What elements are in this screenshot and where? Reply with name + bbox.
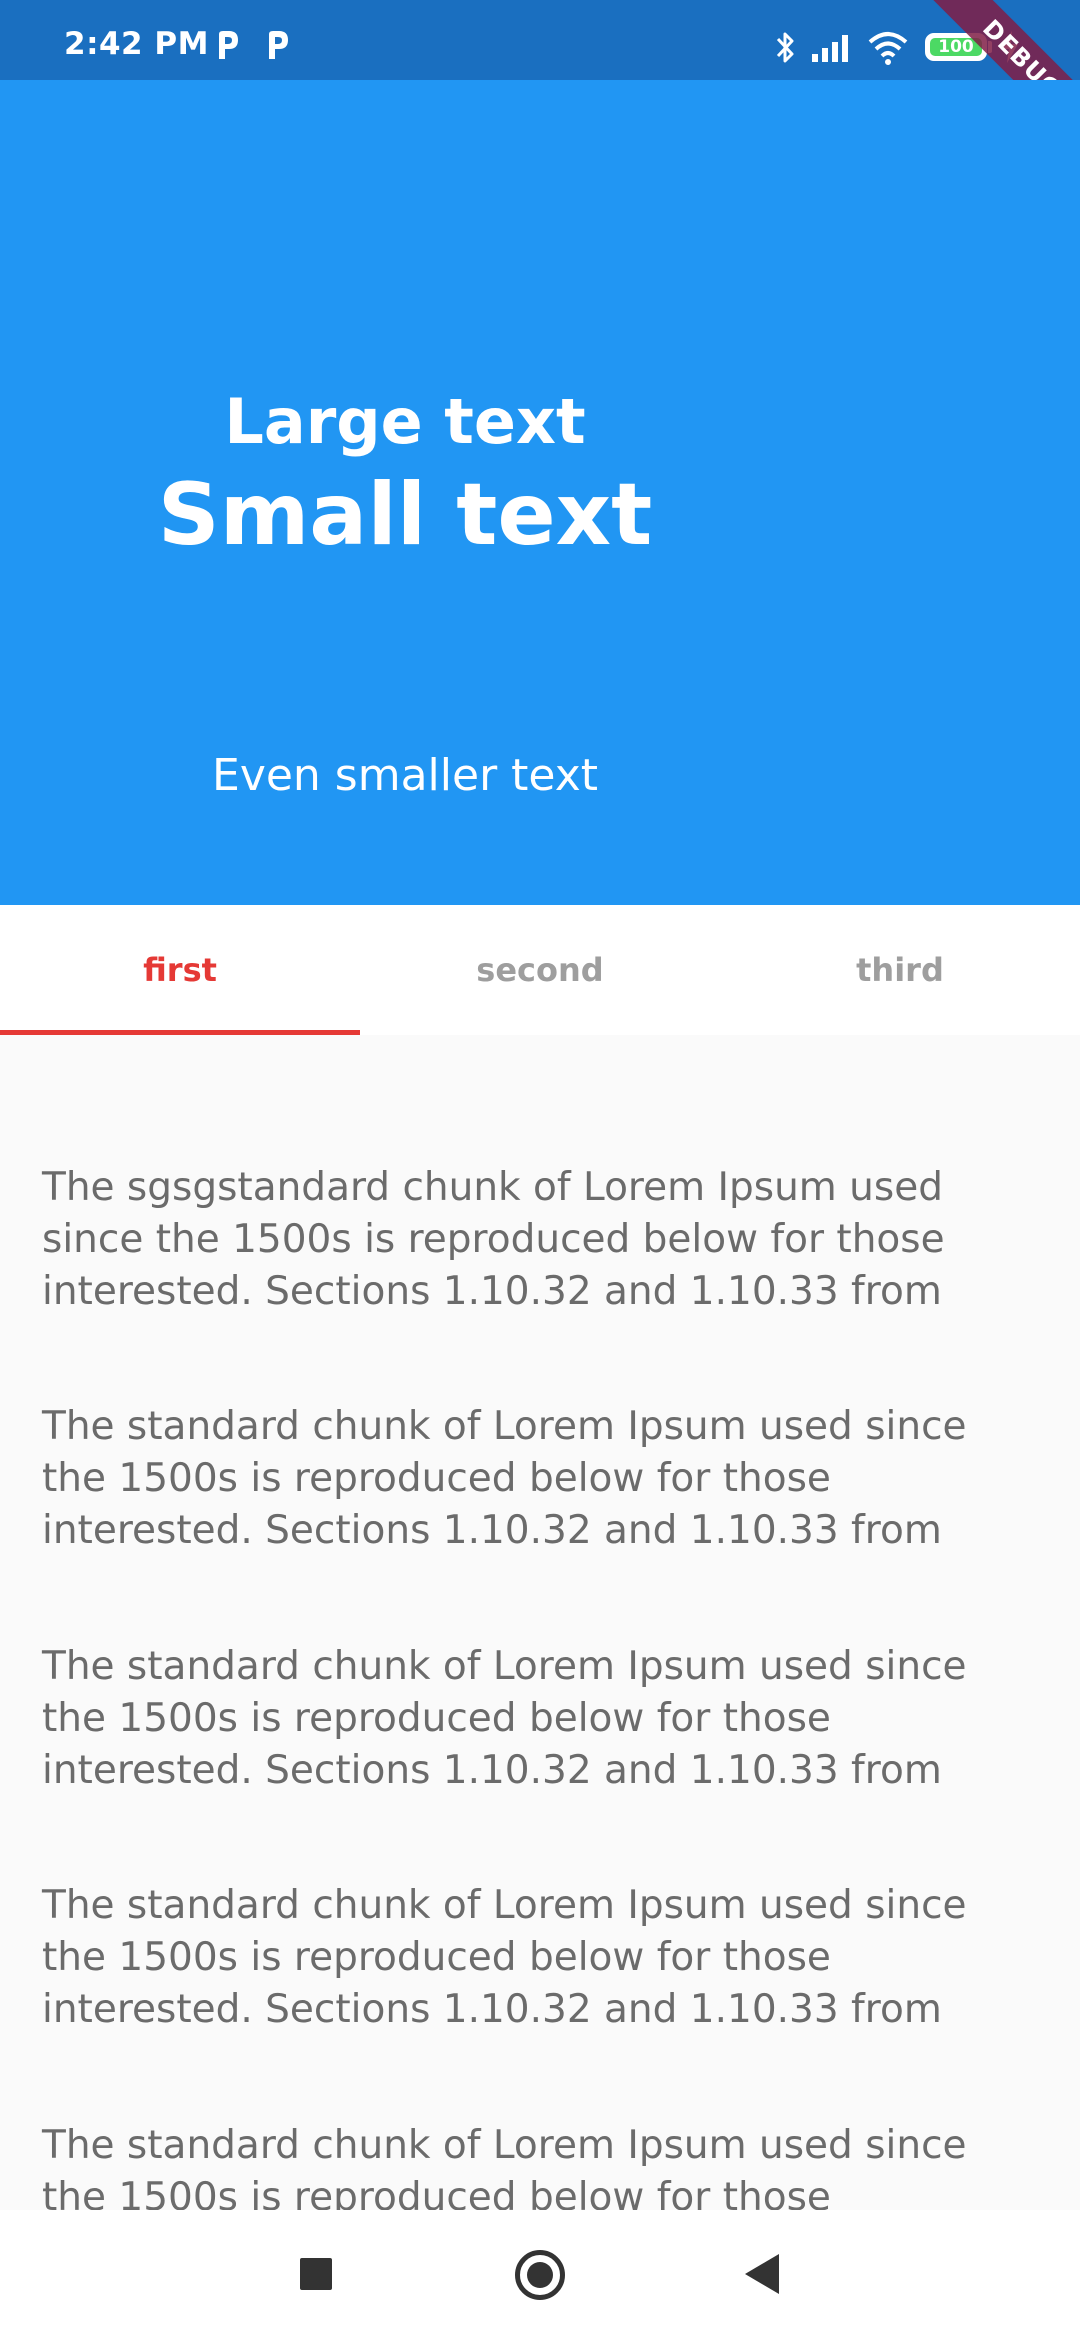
app-screen: 2:42 PM 100 DEBUG Large text Small text … [0,0,1080,2340]
smaller-text: Even smaller text [212,750,598,801]
list-item: The standard chunk of Lorem Ipsum used s… [42,1404,967,1553]
tab-label: second [476,951,604,989]
status-time: 2:42 PM [64,26,209,62]
tab-label: third [856,951,944,989]
nav-bar [0,2210,1080,2340]
header: Large text Small text Even smaller text [0,80,1080,905]
p-icon [219,31,238,59]
battery-level: 100 [938,37,974,57]
status-bar: 2:42 PM 100 [0,0,1080,80]
tab-second[interactable]: second [360,905,720,1035]
recents-square-icon[interactable] [300,2258,332,2290]
back-triangle-icon[interactable] [745,2254,779,2294]
list-item: The standard chunk of Lorem Ipsum used s… [42,2123,967,2210]
tab-third[interactable]: third [720,905,1080,1035]
tab-first[interactable]: first [0,905,360,1035]
list-item: The standard chunk of Lorem Ipsum used s… [42,1644,967,1793]
large-text: Large text [224,385,586,458]
battery-nub [988,41,992,53]
list-item: The sgsgstandard chunk of Lorem Ipsum us… [42,1165,945,1314]
home-circle-icon[interactable] [515,2250,565,2300]
signal-icon [812,35,848,62]
charging-icon [1002,31,1018,63]
content-list[interactable]: The sgsgstandard chunk of Lorem Ipsum us… [0,1035,1080,2210]
tab-label: first [143,951,217,989]
small-text: Small text [157,465,653,565]
bluetooth-icon [776,32,794,63]
list-item: The standard chunk of Lorem Ipsum used s… [42,1883,967,2032]
wifi-icon [868,32,908,65]
battery-icon: 100 [925,33,987,61]
tab-bar: first second third [0,905,1080,1035]
p-icon [269,31,288,59]
